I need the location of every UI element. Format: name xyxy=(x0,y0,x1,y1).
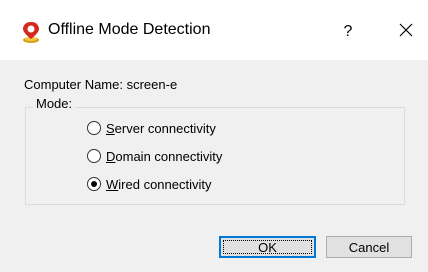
close-button[interactable] xyxy=(388,14,424,50)
radio-label-wired: Wired connectivity xyxy=(106,177,212,192)
computer-name-label: Computer Name: screen-e xyxy=(24,77,178,92)
ok-button-label: OK xyxy=(258,239,277,255)
radio-circle-selected[interactable] xyxy=(87,177,101,191)
label-rest: ired connectivity xyxy=(118,176,212,192)
mode-group-legend: Mode: xyxy=(33,96,76,111)
close-icon xyxy=(399,23,413,42)
cancel-button[interactable]: Cancel xyxy=(326,236,412,258)
label-rest: omain connectivity xyxy=(115,148,223,164)
radio-server-connectivity[interactable]: Server connectivity xyxy=(87,118,216,138)
radio-wired-connectivity[interactable]: Wired connectivity xyxy=(87,174,212,194)
radio-circle[interactable] xyxy=(87,149,101,163)
title-bar[interactable]: Offline Mode Detection ? xyxy=(0,0,428,60)
offline-detection-icon xyxy=(21,20,41,44)
radio-label-domain: Domain connectivity xyxy=(106,149,222,164)
label-rest: erver connectivity xyxy=(114,120,216,136)
cancel-button-label: Cancel xyxy=(348,239,390,255)
help-button[interactable]: ? xyxy=(330,14,366,50)
radio-domain-connectivity[interactable]: Domain connectivity xyxy=(87,146,222,166)
ok-button[interactable]: OK xyxy=(219,236,316,258)
window-title: Offline Mode Detection xyxy=(48,21,211,38)
mnemonic-letter: S xyxy=(106,120,115,136)
radio-label-server: Server connectivity xyxy=(106,121,216,136)
radio-circle[interactable] xyxy=(87,121,101,135)
mnemonic-letter: D xyxy=(106,148,116,164)
dialog-window: Offline Mode Detection ? Computer Name: … xyxy=(0,0,428,272)
mnemonic-letter: W xyxy=(106,176,119,192)
radio-selected-dot xyxy=(91,181,97,187)
